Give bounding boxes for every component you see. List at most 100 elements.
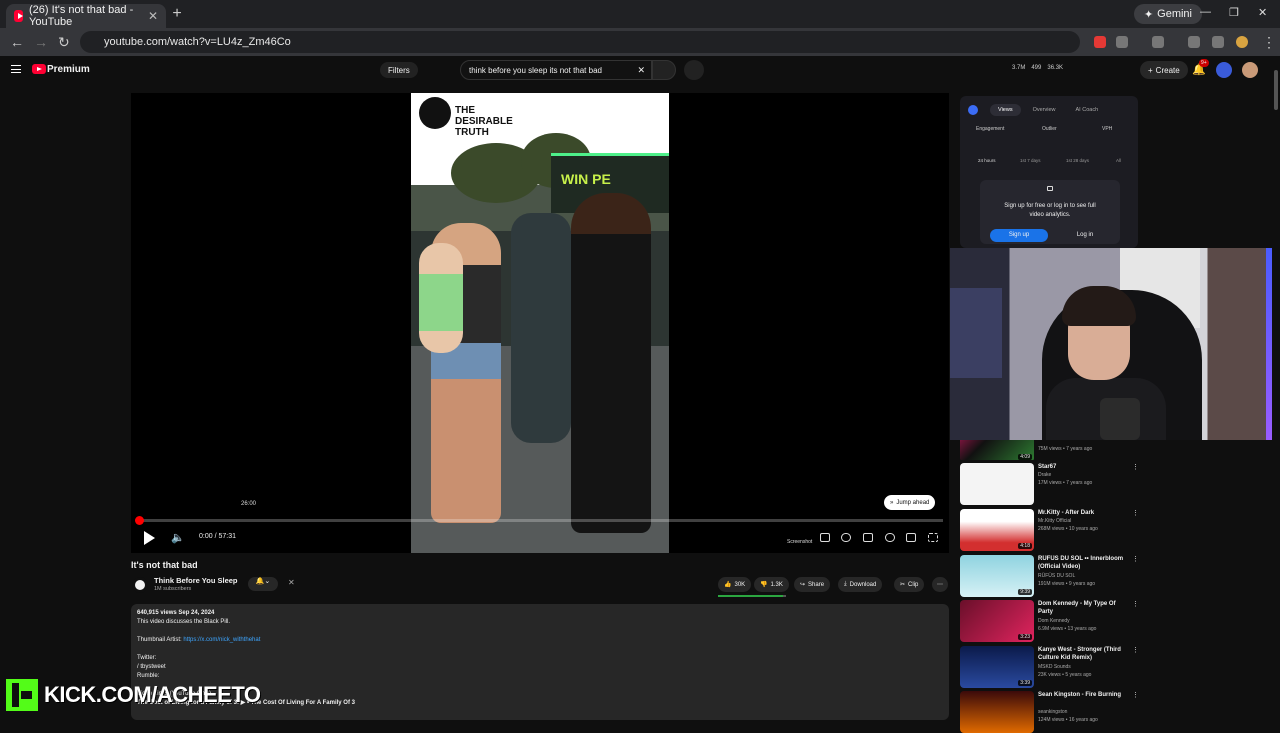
more-options-icon[interactable]: ⋮	[1132, 691, 1139, 699]
recommendation-channel[interactable]: RÜFÜS DU SOL	[1038, 573, 1075, 579]
miniplayer-icon[interactable]	[906, 533, 916, 542]
fullscreen-icon[interactable]	[928, 533, 938, 542]
clear-search-icon[interactable]: ✕	[637, 65, 645, 76]
channel-avatar[interactable]	[132, 577, 148, 593]
tab-close-icon[interactable]: ✕	[148, 9, 158, 23]
recommendation-meta: 268M views • 10 years ago	[1038, 526, 1098, 532]
filters-button[interactable]: Filters	[380, 62, 418, 78]
new-tab-button[interactable]: +	[170, 5, 184, 23]
browser-menu-icon[interactable]: ⋮	[1262, 34, 1276, 51]
restore-icon[interactable]: ❐	[1229, 6, 1239, 19]
tab-overview[interactable]: Overview	[1025, 104, 1064, 116]
recommendation-thumbnail[interactable]: 3:39	[960, 646, 1034, 688]
recommendation-channel[interactable]: Mr.Kitty Official	[1038, 518, 1071, 524]
more-options-icon[interactable]: ⋮	[1132, 555, 1139, 563]
recommendation-channel[interactable]: Drake	[1038, 472, 1051, 478]
url-field[interactable]: youtube.com/watch?v=LU4z_Zm46Co	[80, 31, 1080, 53]
settings-gear-icon[interactable]	[885, 533, 895, 542]
range-option[interactable]: 24 hours	[978, 158, 996, 163]
more-options-icon[interactable]: ⋮	[1132, 509, 1139, 517]
recommendation-item[interactable]: 3:23 Dom Kennedy - My Type Of Party Dom Ke…	[960, 600, 1140, 642]
recommendation-thumbnail[interactable]: 4:18	[960, 509, 1034, 551]
dislike-button[interactable]: 👎 1.3K	[754, 577, 789, 592]
screenshot-icon[interactable]	[820, 533, 830, 542]
recommendation-channel[interactable]: seankingston	[1038, 709, 1067, 715]
tab-views[interactable]: Views	[990, 104, 1021, 116]
subtitles-icon[interactable]	[863, 533, 873, 542]
recommendation-title[interactable]: Sean Kingston - Fire Burning	[1038, 691, 1130, 699]
signup-button[interactable]: Sign up	[990, 229, 1048, 242]
gemini-button[interactable]: ✦ Gemini	[1133, 4, 1202, 24]
login-button[interactable]: Log in	[1056, 229, 1114, 242]
range-option[interactable]: 1st 28 days	[1066, 158, 1089, 163]
back-icon[interactable]: ←	[10, 34, 24, 50]
recommendation-title[interactable]: Kanye West - Stronger (Third Culture Kid…	[1038, 646, 1130, 662]
minimize-icon[interactable]: —	[1200, 6, 1211, 18]
user-avatar[interactable]	[1242, 62, 1258, 78]
channel-name[interactable]: Think Before You Sleep	[154, 576, 238, 585]
stat-value: 36.3K	[1047, 65, 1064, 71]
recommendation-title[interactable]: Dom Kennedy - My Type Of Party	[1038, 600, 1130, 616]
recommendation-item[interactable]: 9:39 RÜFÜS DU SOL •• Innerbloom (Official…	[960, 555, 1140, 597]
autoplay-toggle[interactable]	[841, 533, 851, 542]
recommendation-title[interactable]: RÜFÜS DU SOL •• Innerbloom (Official Vid…	[1038, 555, 1130, 571]
subscribed-bell-button[interactable]: 🔔⌄	[248, 577, 278, 591]
sidepanel-icon[interactable]	[1152, 36, 1164, 48]
recommendation-thumbnail[interactable]	[960, 691, 1034, 733]
recommendation-item[interactable]: 4:09 75M views • 7 years ago	[960, 440, 1140, 460]
browser-tab[interactable]: (26) It's not that bad - YouTube ✕	[6, 4, 166, 28]
more-options-icon[interactable]: ⋮	[1132, 463, 1139, 471]
search-input[interactable]: think before you sleep its not that bad …	[460, 60, 652, 80]
recommendation-thumbnail[interactable]	[960, 463, 1034, 505]
menu-icon[interactable]	[11, 65, 21, 73]
recommendation-thumbnail[interactable]: 9:39	[960, 555, 1034, 597]
clip-button[interactable]: ✂ Clip	[894, 577, 925, 592]
page-scrollbar[interactable]	[1272, 60, 1280, 720]
share-button[interactable]: ↪ Share	[794, 577, 831, 592]
recommendation-item[interactable]: 4:18 Mr.Kitty - After Dark Mr.Kitty Offici…	[960, 509, 1140, 551]
recommendation-thumbnail[interactable]: 4:09	[960, 440, 1034, 460]
download-icon[interactable]	[1188, 36, 1200, 48]
recommendation-item[interactable]: 3:39 Kanye West - Stronger (Third Culture…	[960, 646, 1140, 688]
play-icon[interactable]	[144, 531, 155, 545]
more-options-icon[interactable]: ⋮	[1132, 600, 1139, 608]
scissors-icon: ✂	[900, 582, 906, 588]
mic-icon[interactable]	[684, 60, 704, 80]
volume-icon[interactable]: 🔈	[171, 531, 185, 544]
duration-badge: 3:39	[1018, 680, 1032, 686]
range-option[interactable]: All	[1116, 158, 1121, 163]
recommendation-title[interactable]: Star67	[1038, 463, 1130, 471]
recommendation-title[interactable]: Mr.Kitty - After Dark	[1038, 509, 1130, 517]
channel-switch-icon[interactable]	[1216, 62, 1232, 78]
more-options-icon[interactable]: ⋮	[1132, 646, 1139, 654]
extension-icon[interactable]	[1094, 36, 1106, 48]
recommendation-item[interactable]: Sean Kingston - Fire Burning seankingston…	[960, 691, 1140, 733]
recommendation-thumbnail[interactable]: 3:23	[960, 600, 1034, 642]
analytics-panel: Views Overview AI Coach Engagement Outli…	[960, 96, 1138, 248]
create-button[interactable]: + Create	[1140, 61, 1188, 79]
like-button[interactable]: 👍 30K	[718, 577, 752, 592]
video-player[interactable]: WIN PE THE DESIRABLE TRUTH 26:00 » Jump …	[131, 93, 949, 553]
range-option[interactable]: 1st 7 days	[1020, 158, 1041, 163]
forward-icon[interactable]: →	[34, 34, 48, 50]
twitter-handle[interactable]: / tbystweet	[137, 663, 943, 672]
media-icon[interactable]	[1212, 36, 1224, 48]
window-close-icon[interactable]: ✕	[1258, 6, 1267, 19]
progress-bar[interactable]	[135, 516, 943, 525]
recommendation-channel[interactable]: Dom Kennedy	[1038, 618, 1070, 624]
scrubber-handle[interactable]	[135, 516, 144, 525]
recommendation-item[interactable]: Star67 Drake 17M views • 7 years ago ⋮	[960, 463, 1140, 505]
youtube-logo-icon[interactable]	[32, 64, 46, 74]
extensions-puzzle-icon[interactable]	[1116, 36, 1128, 48]
more-actions-icon[interactable]: ⋯	[932, 577, 948, 592]
download-button[interactable]: ⤓ Download	[838, 577, 883, 592]
thumbnail-artist-link[interactable]: https://x.com/nick_withthehat	[183, 637, 260, 643]
scrollbar-thumb[interactable]	[1274, 70, 1278, 110]
profile-avatar[interactable]	[1236, 36, 1248, 48]
dismiss-icon[interactable]: ✕	[288, 578, 295, 587]
recommendation-channel[interactable]: MSKD Sounds	[1038, 664, 1071, 670]
tab-ai-coach[interactable]: AI Coach	[1068, 104, 1107, 116]
jump-ahead-button[interactable]: » Jump ahead	[884, 495, 936, 510]
reload-icon[interactable]: ↻	[58, 34, 70, 51]
search-button[interactable]	[652, 60, 676, 80]
